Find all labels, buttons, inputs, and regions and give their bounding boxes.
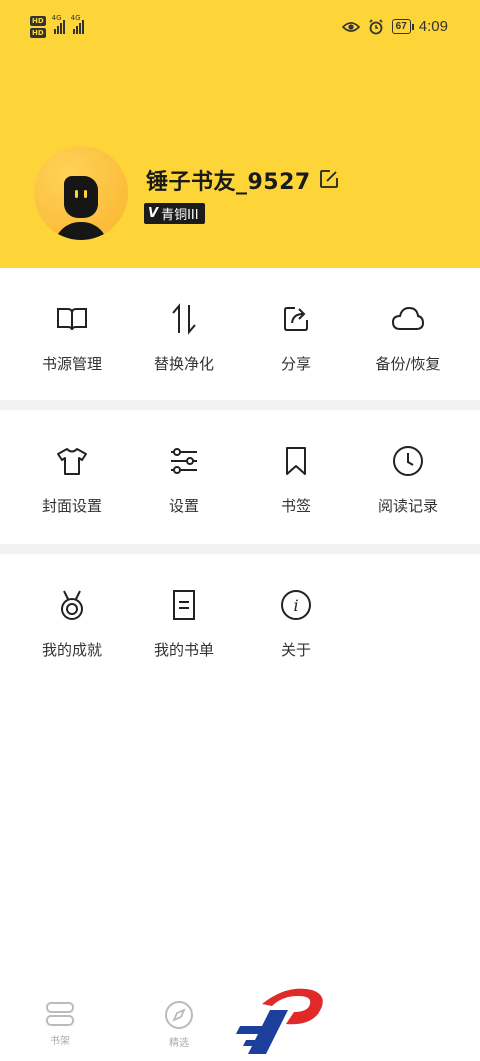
medal-icon xyxy=(55,588,89,622)
sliders-icon xyxy=(167,444,201,478)
share-icon xyxy=(279,302,313,336)
level-label: 青铜III xyxy=(161,208,199,223)
clock-time: 4:09 xyxy=(418,18,448,35)
username[interactable]: 锤子书友_9527 xyxy=(146,164,311,196)
menu-item-reading-history[interactable]: 阅读记录 xyxy=(352,444,464,516)
profile-header: HD HD 4G 4G 67 4:09 锤子书友_9527 V 青铜III xyxy=(0,0,480,268)
battery-icon: 67 xyxy=(391,19,414,34)
info-icon: i xyxy=(279,588,313,622)
tshirt-icon xyxy=(55,444,89,478)
menu-item-settings[interactable]: 设置 xyxy=(128,444,240,516)
signal-icon: 4G xyxy=(71,14,84,34)
cloud-icon xyxy=(391,302,425,336)
menu-item-achievements[interactable]: 我的成就 xyxy=(16,588,128,660)
bookshelf-icon xyxy=(46,1002,74,1026)
section-divider xyxy=(0,544,480,554)
svg-text:i: i xyxy=(293,596,298,615)
menu-item-book-source[interactable]: 书源管理 xyxy=(16,302,128,374)
booklist-icon xyxy=(167,588,201,622)
signal-icon: 4G xyxy=(52,14,65,34)
nav-item-featured[interactable]: 精选 xyxy=(149,1000,209,1049)
level-prefix: V xyxy=(148,206,159,221)
edit-icon[interactable] xyxy=(318,168,340,190)
swap-arrows-icon xyxy=(167,302,201,336)
status-bar: HD HD 4G 4G 67 4:09 xyxy=(0,0,480,56)
hd-icon: HD xyxy=(30,16,46,26)
menu-section-3: 我的成就 我的书单 i 关于 xyxy=(0,554,480,694)
hd-icon: HD xyxy=(30,28,46,38)
alarm-icon xyxy=(369,18,383,34)
clock-icon xyxy=(391,444,425,478)
menu-item-cover-settings[interactable]: 封面设置 xyxy=(16,444,128,516)
eye-icon xyxy=(341,21,360,32)
nav-item-bookshelf[interactable]: 书架 xyxy=(30,1000,90,1047)
menu-item-share[interactable]: 分享 xyxy=(240,302,352,374)
menu-item-about[interactable]: i 关于 xyxy=(240,588,352,660)
level-badge: V 青铜III xyxy=(144,203,205,224)
bookmark-icon xyxy=(279,444,313,478)
menu-item-replace-purify[interactable]: 替换净化 xyxy=(128,302,240,374)
menu-section-2: 封面设置 设置 书签 阅读记录 xyxy=(0,410,480,544)
menu-item-my-booklist[interactable]: 我的书单 xyxy=(128,588,240,660)
avatar[interactable] xyxy=(34,146,128,240)
menu-item-bookmarks[interactable]: 书签 xyxy=(240,444,352,516)
menu-section-1: 书源管理 替换净化 分享 备份/恢复 xyxy=(0,268,480,400)
watermark-logo xyxy=(236,988,323,1054)
menu-item-backup-restore[interactable]: 备份/恢复 xyxy=(352,302,464,374)
compass-icon xyxy=(165,1001,193,1029)
section-divider xyxy=(0,400,480,410)
book-icon xyxy=(55,302,89,336)
